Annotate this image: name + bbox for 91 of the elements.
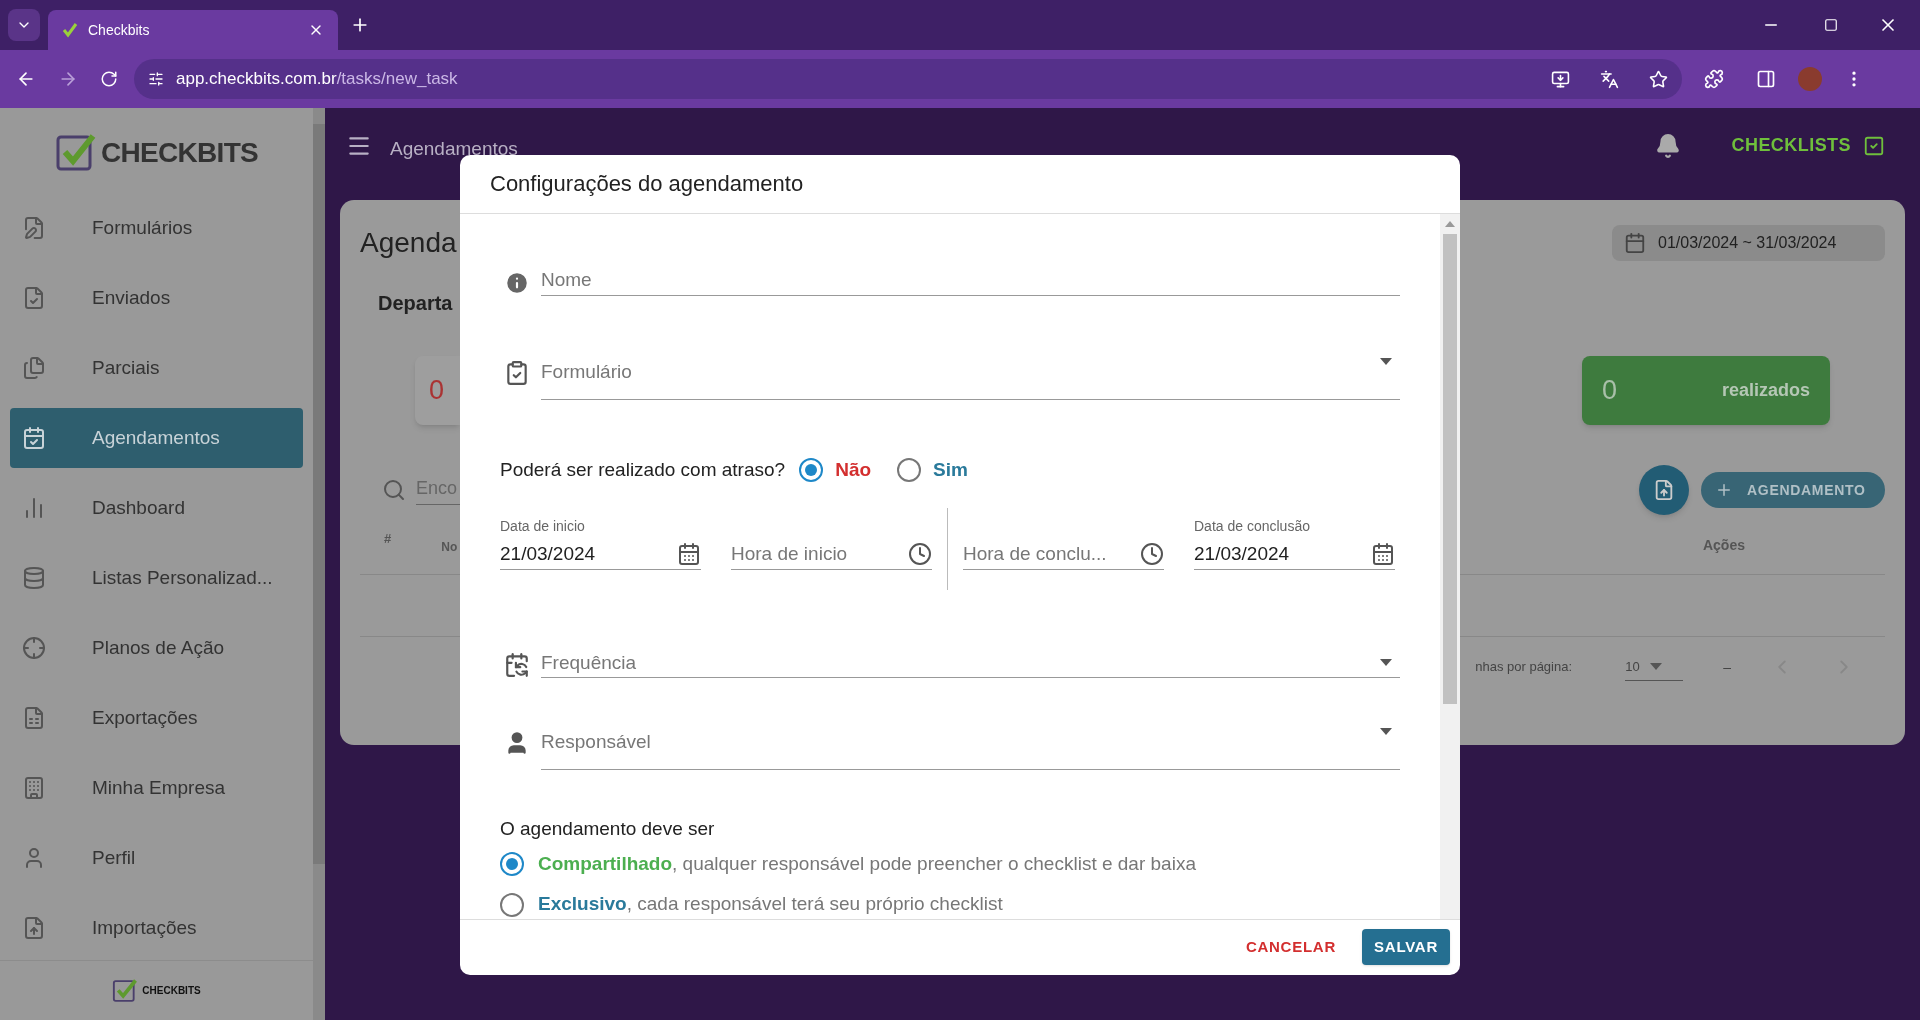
side-panel-icon[interactable]	[1756, 69, 1776, 89]
file-check-icon	[22, 286, 46, 310]
sidebar-item[interactable]: Agendamentos	[10, 408, 303, 468]
plus-icon	[1715, 481, 1733, 499]
radio-button[interactable]	[500, 892, 524, 917]
radio-button[interactable]	[897, 458, 922, 483]
browser-tab[interactable]: Checkbits	[48, 10, 338, 50]
calendar-check-icon	[22, 426, 46, 450]
mode-question: O agendamento deve ser	[500, 817, 716, 842]
cancel-button[interactable]: CANCELAR	[1233, 929, 1349, 966]
column-header: #	[384, 529, 392, 548]
page-title: Agenda	[360, 226, 457, 260]
frequency-select[interactable]: Frequência	[541, 648, 1400, 679]
spreadsheet-icon	[22, 706, 46, 730]
extensions-icon[interactable]	[1704, 69, 1724, 89]
upload-fab[interactable]	[1639, 465, 1689, 515]
form-select[interactable]: Formulário	[541, 355, 1400, 400]
file-upload-icon	[1653, 479, 1675, 501]
address-bar[interactable]: app.checkbits.com.br/tasks/new_task	[134, 59, 1682, 99]
logo-icon	[112, 977, 139, 1004]
favicon-icon	[62, 22, 78, 38]
calendar-repeat-icon	[503, 652, 530, 679]
radio-label: Sim	[933, 457, 968, 482]
radio-label: Não	[835, 457, 872, 482]
calendar-icon	[1371, 542, 1395, 567]
crosshair-icon	[22, 636, 46, 660]
bookmark-star-icon[interactable]	[1649, 69, 1668, 89]
save-button[interactable]: SALVAR	[1362, 929, 1450, 966]
clock-icon	[908, 542, 932, 567]
checkbox-icon	[1863, 134, 1885, 157]
calendar-icon	[1624, 232, 1646, 254]
sidebar-item[interactable]: Exportações	[10, 688, 303, 748]
caret-icon	[1649, 663, 1662, 670]
date-field[interactable]: Data de inicio 21/03/2024	[500, 516, 701, 571]
column-header: No	[441, 539, 458, 556]
name-field[interactable]: Nome	[541, 265, 1400, 296]
rows-per-page-select[interactable]: 10	[1625, 653, 1684, 681]
sidebar-item[interactable]: Enviados	[10, 268, 303, 328]
rows-per-page-label: nhas por página:	[1475, 658, 1574, 677]
caret-icon	[1380, 728, 1392, 736]
file-pen-icon	[22, 216, 46, 240]
url-text: app.checkbits.com.br/tasks/new_task	[176, 68, 459, 91]
date-range-chip[interactable]: 01/03/2024 ~ 31/03/2024	[1612, 225, 1885, 261]
radio-button[interactable]	[799, 458, 824, 483]
install-icon[interactable]	[1551, 69, 1570, 89]
radio-button[interactable]	[500, 852, 524, 877]
dialog-scrollbar[interactable]	[1440, 213, 1460, 919]
scrollbar[interactable]	[313, 108, 325, 1020]
option-label: Exclusivo, cada responsável terá seu próprio checklist	[538, 892, 1003, 917]
checklists-link[interactable]: CHECKLISTS	[1731, 132, 1885, 159]
files-icon	[22, 356, 46, 380]
logo-text: CHECKBITS	[142, 984, 201, 998]
delay-question: Poderá ser realizado com atraso?	[500, 457, 786, 482]
caret-icon	[1380, 659, 1392, 667]
notification-bell-icon[interactable]	[1655, 132, 1682, 159]
option-label: Compartilhado, qualquer responsável pode preencher o checklist e dar baixa	[538, 851, 1196, 876]
reload-icon[interactable]	[100, 70, 118, 88]
sidebar-item[interactable]: Importações	[10, 898, 303, 958]
calendar-icon	[677, 542, 701, 567]
translate-icon[interactable]	[1600, 69, 1619, 89]
time-field[interactable]: Hora de inicio	[731, 516, 932, 571]
database-icon	[22, 566, 46, 590]
stat-card: 0	[415, 356, 460, 425]
column-header: Ações	[1702, 536, 1745, 555]
clock-icon	[1140, 542, 1164, 567]
page-range: –	[1723, 657, 1731, 677]
section-title: Departa	[378, 291, 454, 316]
responsible-select[interactable]: Responsável	[541, 726, 1400, 771]
logo-text: CHECKBITS	[100, 136, 258, 170]
sidebar-item[interactable]: Minha Empresa	[10, 758, 303, 818]
sidebar-item[interactable]: Dashboard	[10, 478, 303, 538]
tab-list-button[interactable]	[8, 9, 40, 41]
sidebar-item[interactable]: Planos de Ação	[10, 618, 303, 678]
logo-icon	[54, 132, 97, 174]
sidebar-item[interactable]: Formulários	[10, 198, 303, 258]
caret-icon	[1380, 357, 1392, 365]
time-field[interactable]: Hora de conclu...	[963, 516, 1164, 571]
tab-title: Checkbits	[88, 20, 151, 40]
file-upload-icon	[22, 916, 46, 940]
search-icon	[382, 478, 406, 502]
site-settings-icon	[148, 71, 164, 87]
building-icon	[22, 776, 46, 800]
date-field[interactable]: Data de conclusão 21/03/2024	[1194, 516, 1395, 571]
page-header-title: Agendamentos	[390, 137, 518, 162]
dialog-title: Configurações do agendamento	[490, 170, 804, 199]
add-schedule-button[interactable]: AGENDAMENTO	[1701, 472, 1885, 508]
realized-card: 0 realizados	[1582, 356, 1830, 425]
restore-icon[interactable]	[1824, 18, 1838, 32]
sidebar-item[interactable]: Parciais	[10, 338, 303, 398]
sidebar-item[interactable]: Perfil	[10, 828, 303, 888]
sidebar-item[interactable]: Listas Personalizad...	[10, 548, 303, 608]
